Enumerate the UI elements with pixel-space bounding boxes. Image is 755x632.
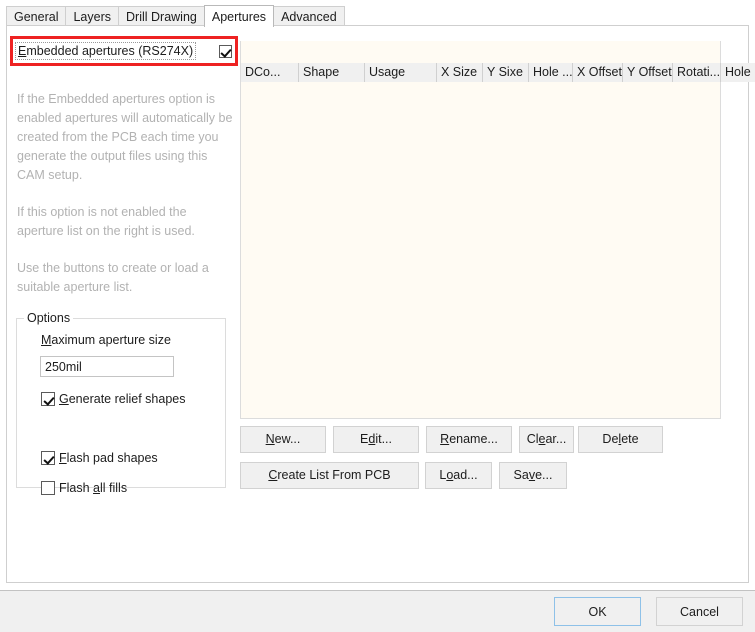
delete-label-rest: ete <box>621 432 638 446</box>
column-header[interactable]: DCo... <box>241 63 299 82</box>
create-list-label-rest: reate List From PCB <box>277 468 390 482</box>
description-paragraph-2: If this option is not enabled the apertu… <box>17 203 233 241</box>
apertures-list-column-headers[interactable]: DCo...ShapeUsageX SizeY SixeHole ...X Of… <box>241 63 720 82</box>
flash-pad-shapes-label: Flash pad shapes <box>59 451 158 465</box>
apertures-list-body[interactable] <box>241 82 720 418</box>
clear-button[interactable]: Clear... <box>519 426 574 453</box>
column-header[interactable]: Hole ... <box>721 63 755 82</box>
rename-mnemonic: R <box>440 432 449 446</box>
column-header[interactable]: X Offset <box>573 63 623 82</box>
flash-all-label-rest: ll fills <box>100 481 127 495</box>
column-header[interactable]: Y Offset <box>623 63 673 82</box>
new-button[interactable]: New... <box>240 426 326 453</box>
new-label-rest: ew... <box>275 432 301 446</box>
clear-label-pre: Cl <box>527 432 539 446</box>
new-mnemonic: N <box>266 432 275 446</box>
max-aperture-size-label: Maximum aperture size <box>41 333 171 347</box>
load-label-rest: ad... <box>453 468 477 482</box>
flash-pad-shapes-checkbox[interactable] <box>41 451 55 465</box>
edit-button[interactable]: Edit... <box>333 426 419 453</box>
flash-all-fills-row[interactable]: Flash all fills <box>41 481 127 495</box>
tab-apertures[interactable]: Apertures <box>204 5 274 27</box>
flash-all-label-pre: Flash <box>59 481 93 495</box>
column-header[interactable]: Shape <box>299 63 365 82</box>
tab-strip: GeneralLayersDrill DrawingAperturesAdvan… <box>6 5 749 26</box>
generate-relief-shapes-checkbox[interactable] <box>41 392 55 406</box>
max-aperture-label-rest: aximum aperture size <box>51 333 171 347</box>
flash-all-fills-checkbox[interactable] <box>41 481 55 495</box>
dialog-footer <box>0 590 755 632</box>
flash-pad-mnemonic: F <box>59 451 67 465</box>
tab-drill-drawing[interactable]: Drill Drawing <box>118 6 205 26</box>
column-header[interactable]: Usage <box>365 63 437 82</box>
description-paragraph-3: Use the buttons to create or load a suit… <box>17 259 233 297</box>
cam-setup-dialog: GeneralLayersDrill DrawingAperturesAdvan… <box>0 0 755 632</box>
generate-relief-label-rest: enerate relief shapes <box>69 392 186 406</box>
delete-button[interactable]: Delete <box>578 426 663 453</box>
description-text: If the Embedded apertures option is enab… <box>17 90 233 297</box>
cancel-button[interactable]: Cancel <box>656 597 743 626</box>
delete-label-pre: De <box>602 432 618 446</box>
flash-pad-shapes-row[interactable]: Flash pad shapes <box>41 451 158 465</box>
column-header[interactable]: X Size <box>437 63 483 82</box>
tab-general[interactable]: General <box>6 6 66 26</box>
edit-label-rest: it... <box>375 432 392 446</box>
save-label-pre: Sa <box>514 468 529 482</box>
rename-button[interactable]: Rename... <box>426 426 512 453</box>
clear-label-rest: ar... <box>545 432 566 446</box>
tab-advanced[interactable]: Advanced <box>273 6 345 26</box>
max-aperture-size-input[interactable] <box>40 356 174 377</box>
ok-button[interactable]: OK <box>554 597 641 626</box>
max-aperture-mnemonic: M <box>41 333 51 347</box>
save-label-rest: e... <box>535 468 552 482</box>
generate-relief-shapes-label: Generate relief shapes <box>59 392 185 406</box>
column-header[interactable]: Y Sixe <box>483 63 529 82</box>
generate-relief-mnemonic: G <box>59 392 69 406</box>
load-button[interactable]: Load... <box>425 462 492 489</box>
embedded-label-rest: mbedded apertures (RS274X) <box>26 44 193 58</box>
generate-relief-shapes-row[interactable]: Generate relief shapes <box>41 392 185 406</box>
embedded-apertures-row[interactable]: Embedded apertures (RS274X) <box>16 42 232 60</box>
embedded-apertures-label: Embedded apertures (RS274X) <box>16 43 195 59</box>
flash-pad-label-rest: lash pad shapes <box>67 451 158 465</box>
flash-all-fills-label: Flash all fills <box>59 481 127 495</box>
column-header[interactable]: Rotati... <box>673 63 721 82</box>
flash-all-mnemonic: a <box>93 481 100 495</box>
description-paragraph-1: If the Embedded apertures option is enab… <box>17 90 233 185</box>
create-list-from-pcb-button[interactable]: Create List From PCB <box>240 462 419 489</box>
options-group-caption: Options <box>24 311 73 325</box>
embedded-apertures-checkbox[interactable] <box>219 45 232 58</box>
rename-label-rest: ename... <box>449 432 498 446</box>
save-button[interactable]: Save... <box>499 462 567 489</box>
tab-layers[interactable]: Layers <box>65 6 119 26</box>
column-header[interactable]: Hole ... <box>529 63 573 82</box>
